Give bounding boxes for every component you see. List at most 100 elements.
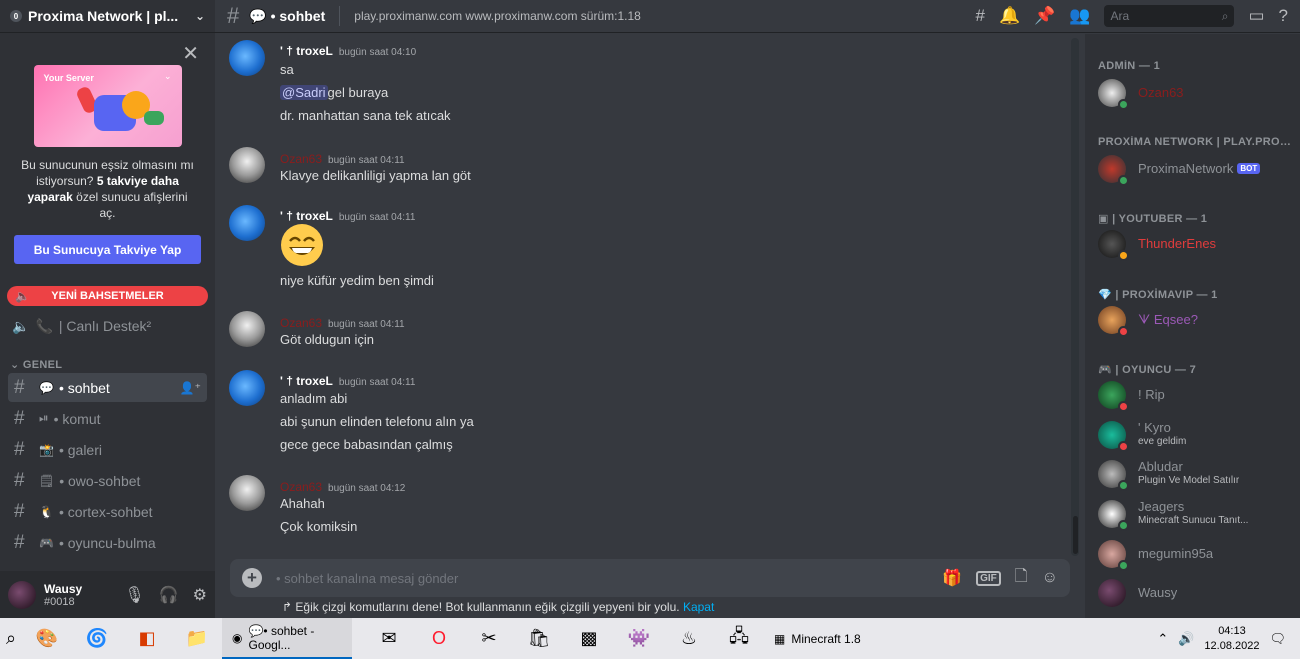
message-author[interactable]: ' † troxeL bbox=[280, 44, 333, 58]
minecraft-window-tab[interactable]: ▦ Minecraft 1.8 bbox=[764, 618, 904, 659]
member-item[interactable]: ' Kyro eve geldim bbox=[1098, 415, 1293, 455]
message-author[interactable]: ' † troxeL bbox=[280, 209, 333, 223]
inbox-icon[interactable]: ▭ bbox=[1248, 6, 1264, 26]
boost-server-button[interactable]: Bu Sunucuya Takviye Yap bbox=[14, 235, 201, 264]
among-us-icon[interactable]: 👾 bbox=[614, 618, 664, 659]
user-mention[interactable]: @Sadri bbox=[280, 85, 328, 100]
member-status-text: Plugin Ve Model Satılır bbox=[1138, 475, 1240, 486]
message-author[interactable]: ' † troxeL bbox=[280, 374, 333, 388]
opera-icon[interactable]: O bbox=[414, 618, 464, 659]
windows-taskbar: ⌕ 🎨 🌀 ◧ 📁 ◉ 💬• sohbet - Googl... ✉ O ✂ 🛍… bbox=[0, 618, 1300, 659]
channel-sohbet[interactable]: # 💬 • sohbet 👤⁺ bbox=[8, 373, 207, 402]
help-icon[interactable]: ? bbox=[1279, 6, 1288, 26]
member-name-text: ProximaNetwork bbox=[1138, 161, 1234, 176]
server-header[interactable]: 0 Proxima Network | pl... ⌄ bbox=[0, 0, 215, 33]
search-input[interactable]: Ara ⌕ bbox=[1104, 5, 1235, 27]
gear-icon[interactable]: ⚙ bbox=[193, 585, 207, 605]
network-app-icon[interactable]: 🖧 bbox=[714, 618, 764, 659]
avatar[interactable] bbox=[8, 580, 36, 609]
scrollbar-thumb[interactable] bbox=[1073, 516, 1078, 554]
message-timestamp: bugün saat 04:11 bbox=[328, 319, 405, 330]
avatar[interactable] bbox=[229, 147, 265, 183]
user-panel: Wausy #0018 🎙 🎧 ⚙ bbox=[0, 571, 215, 618]
message-author[interactable]: Ozan63 bbox=[280, 480, 322, 494]
headphones-icon[interactable]: 🎧 bbox=[159, 585, 179, 605]
member-item[interactable]: ! Rip bbox=[1098, 375, 1293, 415]
message-author[interactable]: Ozan63 bbox=[280, 316, 322, 330]
hash-icon: # bbox=[14, 469, 25, 491]
member-status-text: eve geldim bbox=[1138, 436, 1187, 447]
message-timestamp: bugün saat 04:11 bbox=[338, 212, 416, 223]
scrollbar-track[interactable] bbox=[1071, 38, 1079, 556]
mute-mic-icon[interactable]: 🎙 bbox=[124, 585, 144, 605]
avatar[interactable] bbox=[229, 475, 265, 511]
speech-bubble-icon: 💬 bbox=[39, 380, 54, 395]
gift-icon[interactable]: 🎁 bbox=[942, 568, 962, 588]
hash-icon: # bbox=[14, 407, 25, 429]
volume-icon[interactable]: 🔊 bbox=[1178, 631, 1194, 647]
avatar[interactable] bbox=[229, 205, 265, 241]
avatar bbox=[1098, 500, 1129, 531]
notifications-icon[interactable]: 🗨 bbox=[1269, 631, 1286, 647]
member-item[interactable]: Abludar Plugin Ve Model Satılır bbox=[1098, 454, 1293, 494]
gif-button[interactable]: GIF bbox=[976, 570, 1001, 586]
channel-komut[interactable]: # ⏯ • komut bbox=[8, 404, 207, 433]
file-explorer-icon[interactable]: 📁 bbox=[172, 618, 222, 659]
add-user-icon[interactable]: 👤⁺ bbox=[180, 381, 201, 395]
channel-oyuncu-bulma[interactable]: # 🎮 • oyuncu-bulma bbox=[8, 528, 207, 557]
sticker-icon[interactable]: 🗋 bbox=[1015, 565, 1028, 592]
add-attachment-icon[interactable]: + bbox=[242, 568, 262, 588]
member-item[interactable]: ThunderEnes bbox=[1098, 224, 1293, 264]
store-icon[interactable]: 🛍 bbox=[514, 618, 564, 659]
steam-icon[interactable]: ♨ bbox=[664, 618, 714, 659]
hint-close-link[interactable]: Kapat bbox=[683, 600, 714, 614]
member-item[interactable]: ᗐ Eqsee? bbox=[1098, 300, 1293, 340]
mail-icon[interactable]: ✉ bbox=[364, 618, 414, 659]
channel-cortex-sohbet[interactable]: # 🐧 • cortex-sohbet bbox=[8, 497, 207, 526]
channel-sidebar: 0 Proxima Network | pl... ⌄ ✕ Your Serve… bbox=[0, 0, 215, 618]
channel-topic[interactable]: play.proximanw.com www.proximanw.com sür… bbox=[354, 9, 961, 23]
chrome-window-tab[interactable]: ◉ 💬• sohbet - Googl... bbox=[222, 618, 352, 659]
member-item[interactable]: Jeagers Minecraft Sunucu Tanıt... bbox=[1098, 494, 1293, 534]
chevron-down-icon[interactable]: ⌄ bbox=[195, 9, 205, 23]
channel-owo-sohbet[interactable]: # 🗒 • owo-sohbet bbox=[8, 466, 207, 495]
message-text-rest: gel buraya bbox=[327, 85, 389, 100]
clock[interactable]: 04:13 12.08.2022 bbox=[1204, 624, 1259, 654]
threads-icon[interactable]: # bbox=[975, 6, 984, 26]
message-author[interactable]: Ozan63 bbox=[280, 152, 322, 166]
bell-icon[interactable]: 🔔 bbox=[999, 6, 1020, 26]
message-text: niye küfür yedim ben şimdi bbox=[280, 273, 434, 288]
search-icon[interactable]: ⌕ bbox=[0, 618, 22, 659]
chevron-up-icon[interactable]: ⌃ bbox=[1157, 631, 1168, 647]
voice-channel-canli-destek[interactable]: 🔈 📞 | Canlı Destek² bbox=[0, 312, 215, 340]
avatar[interactable] bbox=[229, 40, 265, 76]
message-input[interactable] bbox=[276, 570, 929, 586]
member-item[interactable]: megumin95a bbox=[1098, 534, 1293, 574]
avatar[interactable] bbox=[229, 370, 265, 406]
member-item[interactable]: ProximaNetwork BOT bbox=[1098, 149, 1293, 189]
emoji-picker-icon[interactable]: ☺ bbox=[1042, 569, 1058, 587]
member-item[interactable]: Wausy bbox=[1098, 573, 1293, 613]
category-label: GENEL bbox=[22, 359, 63, 371]
play-pause-icon: ⏯ bbox=[39, 411, 49, 425]
paint-app-icon[interactable]: 🎨 bbox=[22, 618, 72, 659]
status-dnd-icon bbox=[1118, 326, 1129, 337]
pin-icon[interactable]: 📌 bbox=[1034, 6, 1055, 26]
category-genel[interactable]: ⌄ GENEL bbox=[0, 358, 215, 371]
member-item[interactable]: Ozan63 bbox=[1098, 73, 1293, 113]
member-list-icon[interactable]: 👥 bbox=[1069, 6, 1090, 26]
member-name: ! Rip bbox=[1138, 388, 1165, 402]
minecraft-window-label: Minecraft 1.8 bbox=[791, 631, 861, 646]
search-icon: ⌕ bbox=[1221, 8, 1229, 23]
close-icon[interactable]: ✕ bbox=[182, 41, 199, 66]
status-idle-icon bbox=[1118, 250, 1129, 261]
edge-browser-icon[interactable]: 🌀 bbox=[72, 618, 122, 659]
office-icon[interactable]: ◧ bbox=[122, 618, 172, 659]
member-name: Abludar bbox=[1138, 460, 1183, 474]
snipping-tool-icon[interactable]: ✂ bbox=[464, 618, 514, 659]
avatar[interactable] bbox=[229, 311, 265, 347]
new-mentions-pill[interactable]: 🔈 YENİ BAHSETMELER bbox=[7, 286, 208, 306]
minecraft-launcher-icon[interactable]: ▩ bbox=[564, 618, 614, 659]
message-text: Çok komiksin bbox=[280, 519, 358, 534]
channel-galeri[interactable]: # 📸 • galeri bbox=[8, 435, 207, 464]
